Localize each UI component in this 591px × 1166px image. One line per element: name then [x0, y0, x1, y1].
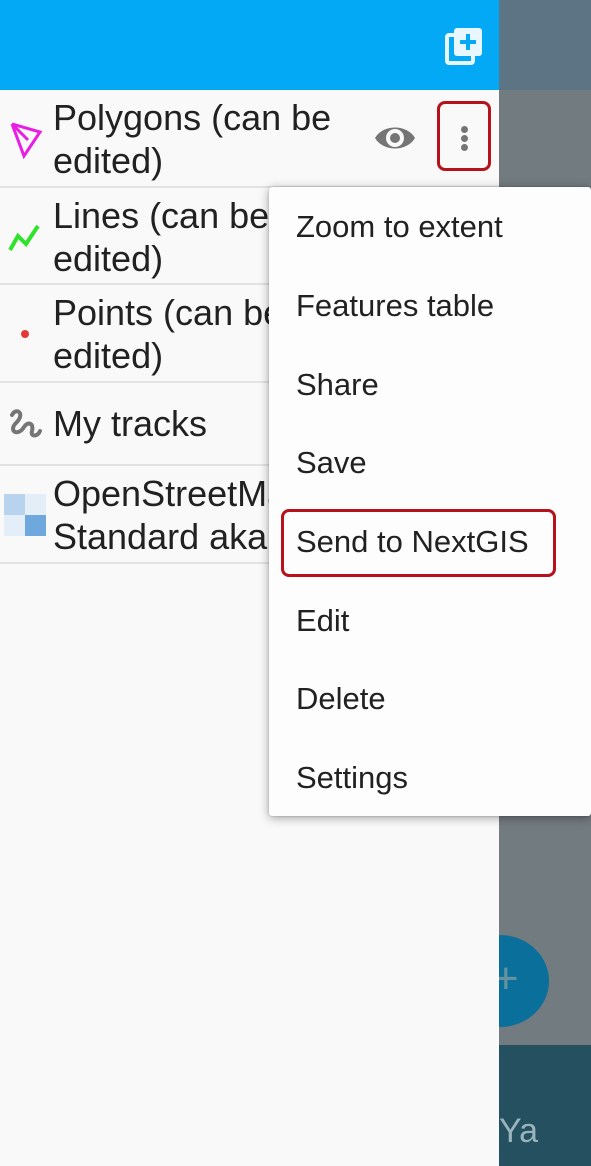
menu-item-save[interactable]: Save [269, 425, 591, 503]
menu-item-label: Features table [296, 288, 495, 323]
menu-item-delete[interactable]: Delete [269, 661, 591, 739]
menu-item-settings[interactable]: Settings [269, 740, 591, 818]
menu-item-features-table[interactable]: Features table [269, 268, 591, 346]
visibility-toggle-button[interactable] [373, 118, 417, 158]
map-bottom-bar: Ya [499, 1045, 591, 1166]
point-icon [21, 330, 29, 338]
map-tile-top [499, 0, 591, 90]
menu-item-label: Edit [296, 603, 350, 638]
raster-tiles-icon [4, 494, 46, 536]
menu-item-edit[interactable]: Edit [269, 583, 591, 661]
polygon-icon [10, 122, 43, 160]
polyline-icon [8, 224, 40, 251]
layer-row-polygons[interactable]: Polygons (can be edited) [0, 90, 499, 188]
map-bottom-label: Ya [499, 1112, 539, 1150]
add-layer-icon [445, 28, 482, 65]
layer-more-options-button[interactable] [437, 101, 491, 171]
menu-item-label: Share [296, 367, 379, 402]
eye-icon [375, 127, 415, 149]
layer-options-menu: Zoom to extent Features table Share Save… [269, 187, 591, 816]
menu-item-label: Send to NextGIS [296, 524, 529, 559]
menu-item-label: Settings [296, 760, 409, 795]
more-vert-icon [461, 126, 468, 133]
menu-item-share[interactable]: Share [269, 347, 591, 425]
menu-item-zoom-to-extent[interactable]: Zoom to extent [269, 189, 591, 267]
layer-name: Polygons (can be edited) [53, 97, 332, 181]
menu-item-send-to-nextgis[interactable]: Send to NextGIS [269, 504, 591, 582]
menu-item-label: Save [296, 445, 367, 480]
add-layer-button[interactable] [444, 26, 484, 66]
drawer-app-bar [0, 0, 499, 90]
menu-item-label: Delete [296, 681, 386, 716]
track-icon [10, 409, 42, 438]
menu-item-label: Zoom to extent [296, 209, 503, 244]
